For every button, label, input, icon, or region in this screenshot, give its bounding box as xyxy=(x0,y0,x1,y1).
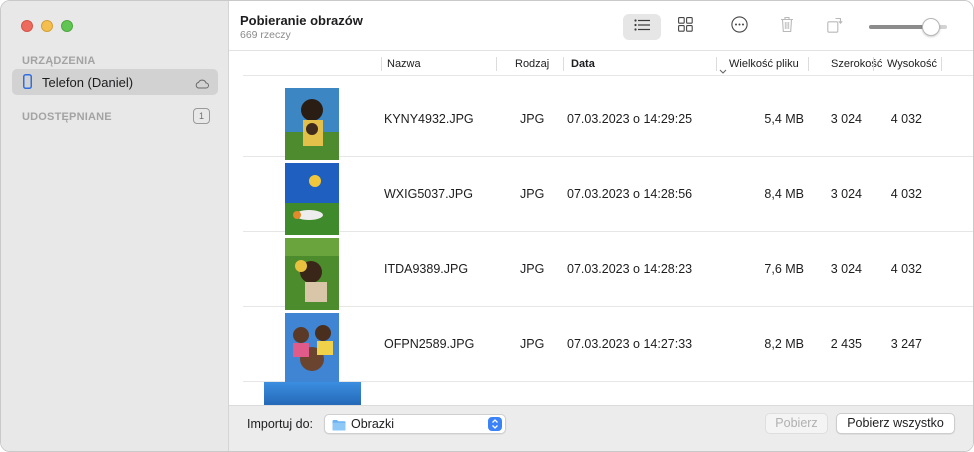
table-row[interactable]: ITDA9389.JPG JPG 07.03.2023 o 14:28:23 7… xyxy=(243,232,973,310)
column-header-size[interactable]: Wielkość pliku xyxy=(729,52,799,76)
file-kind: JPG xyxy=(520,337,545,351)
image-height: 4 032 xyxy=(890,112,922,126)
import-bar: Importuj do: Obrazki Pobierz Pobierz wsz… xyxy=(229,405,973,451)
minimize-window-button[interactable] xyxy=(41,20,53,32)
item-count: 669 rzeczy xyxy=(240,29,291,41)
delete-button[interactable] xyxy=(775,14,799,40)
rotate-button[interactable] xyxy=(823,14,847,40)
import-destination-label: Importuj do: xyxy=(247,417,314,431)
destination-name: Obrazki xyxy=(351,417,395,431)
trash-icon xyxy=(780,16,794,38)
shared-count-badge: 1 xyxy=(193,108,210,124)
file-name: ITDA9389.JPG xyxy=(384,262,469,276)
file-date: 07.03.2023 o 14:28:56 xyxy=(567,187,693,201)
folder-icon xyxy=(332,418,346,436)
shared-section-label: UDOSTĘPNIANE xyxy=(22,111,112,123)
close-window-button[interactable] xyxy=(21,20,33,32)
sidebar-item-label: Telefon (Daniel) xyxy=(42,75,134,90)
file-name: KYNY4932.JPG xyxy=(384,112,474,126)
column-divider xyxy=(381,57,382,71)
thumbnail-size-slider[interactable] xyxy=(869,18,949,36)
table-row[interactable]: KYNY4932.JPG JPG 07.03.2023 o 14:29:25 5… xyxy=(243,82,973,160)
window-controls xyxy=(21,20,73,32)
image-capture-window: URZĄDZENIA Telefon (Daniel) UDOSTĘPNIANE… xyxy=(0,0,974,452)
photo-thumbnail xyxy=(285,88,339,160)
devices-section-label: URZĄDZENIA xyxy=(22,55,96,67)
image-height: 4 032 xyxy=(890,262,922,276)
table-header: Nazwa Rodzaj Data Wielkość pliku Szeroko… xyxy=(243,52,973,76)
cloud-icon[interactable] xyxy=(195,76,209,94)
column-divider xyxy=(716,57,717,71)
column-header-kind[interactable]: Rodzaj xyxy=(515,52,549,76)
photo-thumbnail xyxy=(264,382,361,406)
main-area: Pobieranie obrazów 669 rzeczy Nazwa Rodz… xyxy=(229,1,973,451)
slider-thumb[interactable] xyxy=(922,18,940,36)
file-size: 7,6 MB xyxy=(764,262,804,276)
file-size: 8,4 MB xyxy=(764,187,804,201)
column-header-name[interactable]: Nazwa xyxy=(387,52,421,76)
file-kind: JPG xyxy=(520,187,545,201)
list-view-button[interactable] xyxy=(623,14,661,40)
more-actions-button[interactable] xyxy=(727,14,751,40)
image-height: 3 247 xyxy=(890,337,922,351)
file-date: 07.03.2023 o 14:28:23 xyxy=(567,262,693,276)
grid-view-icon xyxy=(677,17,693,37)
file-kind: JPG xyxy=(520,262,545,276)
sidebar-item-phone[interactable]: Telefon (Daniel) xyxy=(12,69,218,95)
file-name: OFPN2589.JPG xyxy=(384,337,475,351)
chevron-down-icon xyxy=(719,61,727,79)
file-kind: JPG xyxy=(520,112,545,126)
column-header-width[interactable]: Szerokość xyxy=(831,52,882,76)
image-width: 3 024 xyxy=(830,187,862,201)
file-size: 8,2 MB xyxy=(764,337,804,351)
file-date: 07.03.2023 o 14:29:25 xyxy=(567,112,693,126)
image-width: 3 024 xyxy=(830,262,862,276)
file-name: WXIG5037.JPG xyxy=(384,187,473,201)
list-view-icon xyxy=(634,18,650,36)
column-divider xyxy=(873,57,874,71)
column-divider xyxy=(496,57,497,71)
download-all-button[interactable]: Pobierz wszystko xyxy=(836,413,955,434)
column-divider xyxy=(808,57,809,71)
rotate-icon xyxy=(826,16,844,38)
phone-icon xyxy=(23,74,32,94)
column-header-date[interactable]: Data xyxy=(571,52,595,76)
zoom-window-button[interactable] xyxy=(61,20,73,32)
sidebar: URZĄDZENIA Telefon (Daniel) UDOSTĘPNIANE… xyxy=(1,1,229,451)
chevron-up-down-icon xyxy=(488,417,502,431)
photo-thumbnail xyxy=(285,313,339,385)
image-width: 3 024 xyxy=(830,112,862,126)
file-date: 07.03.2023 o 14:27:33 xyxy=(567,337,693,351)
download-button[interactable]: Pobierz xyxy=(765,413,828,434)
image-height: 4 032 xyxy=(890,187,922,201)
table-row[interactable]: OFPN2589.JPG JPG 07.03.2023 o 14:27:33 8… xyxy=(243,307,973,385)
toolbar: Pobieranie obrazów 669 rzeczy xyxy=(229,1,973,51)
window-title: Pobieranie obrazów xyxy=(240,13,363,28)
column-divider xyxy=(941,57,942,71)
photo-thumbnail xyxy=(285,163,339,235)
table-row[interactable]: WXIG5037.JPG JPG 07.03.2023 o 14:28:56 8… xyxy=(243,157,973,235)
grid-view-button[interactable] xyxy=(673,14,697,40)
file-size: 5,4 MB xyxy=(764,112,804,126)
photo-thumbnail xyxy=(285,238,339,310)
import-destination-select[interactable]: Obrazki xyxy=(324,414,506,434)
column-header-height[interactable]: Wysokość xyxy=(887,52,937,76)
image-width: 2 435 xyxy=(830,337,862,351)
column-divider xyxy=(563,57,564,71)
ellipsis-circle-icon xyxy=(730,16,748,38)
